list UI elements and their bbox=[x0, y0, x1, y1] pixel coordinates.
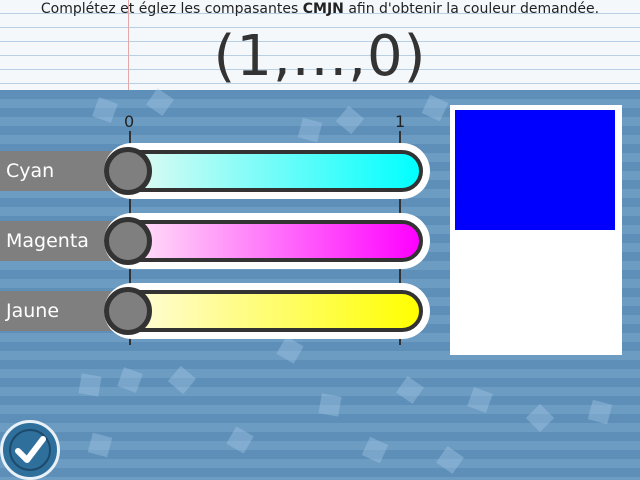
color-preview-panel bbox=[450, 105, 622, 355]
slider-jaune-track[interactable] bbox=[104, 283, 430, 339]
decorative-square bbox=[436, 446, 464, 474]
decorative-square bbox=[396, 376, 424, 404]
decorative-square bbox=[146, 88, 174, 116]
validate-button[interactable] bbox=[0, 420, 60, 480]
decorative-square bbox=[297, 117, 323, 143]
slider-cyan-gradient bbox=[111, 150, 423, 192]
instruction-text: Complétez et églez les compasantes CMJN … bbox=[0, 1, 640, 17]
slider-magenta-gradient bbox=[111, 220, 423, 262]
scale-min-label: 0 bbox=[124, 112, 135, 131]
decorative-square bbox=[117, 367, 143, 393]
check-icon bbox=[9, 429, 51, 471]
slider-jaune: Jaune bbox=[0, 283, 430, 339]
decorative-square bbox=[226, 426, 254, 454]
decorative-square bbox=[467, 387, 493, 413]
decorative-square bbox=[525, 403, 555, 433]
slider-cyan-knob[interactable] bbox=[104, 147, 152, 195]
decorative-square bbox=[92, 97, 118, 123]
decorative-square bbox=[421, 94, 449, 122]
decorative-square bbox=[335, 105, 365, 135]
scale-max-label: 1 bbox=[395, 112, 406, 131]
slider-magenta: Magenta bbox=[0, 213, 430, 269]
slider-cyan: Cyan bbox=[0, 143, 430, 199]
instruction-pre: Complétez et églez les compasantes bbox=[40, 1, 303, 17]
header: Complétez et églez les compasantes CMJN … bbox=[0, 0, 640, 90]
decorative-square bbox=[78, 373, 102, 397]
decorative-square bbox=[587, 399, 613, 425]
slider-magenta-knob[interactable] bbox=[104, 217, 152, 265]
instruction-post: afin d'obtenir la couleur demandée. bbox=[343, 1, 600, 17]
decorative-square bbox=[361, 436, 389, 464]
target-color-swatch bbox=[455, 110, 615, 230]
decorative-square bbox=[318, 393, 342, 417]
slider-jaune-gradient bbox=[111, 290, 423, 332]
slider-jaune-knob[interactable] bbox=[104, 287, 152, 335]
target-value: (1,...,0) bbox=[213, 24, 427, 89]
slider-magenta-track[interactable] bbox=[104, 213, 430, 269]
decorative-square bbox=[167, 365, 197, 395]
instruction-bold: CMJN bbox=[302, 1, 344, 17]
decorative-square bbox=[276, 336, 304, 364]
slider-cyan-track[interactable] bbox=[104, 143, 430, 199]
decorative-square bbox=[87, 432, 113, 458]
